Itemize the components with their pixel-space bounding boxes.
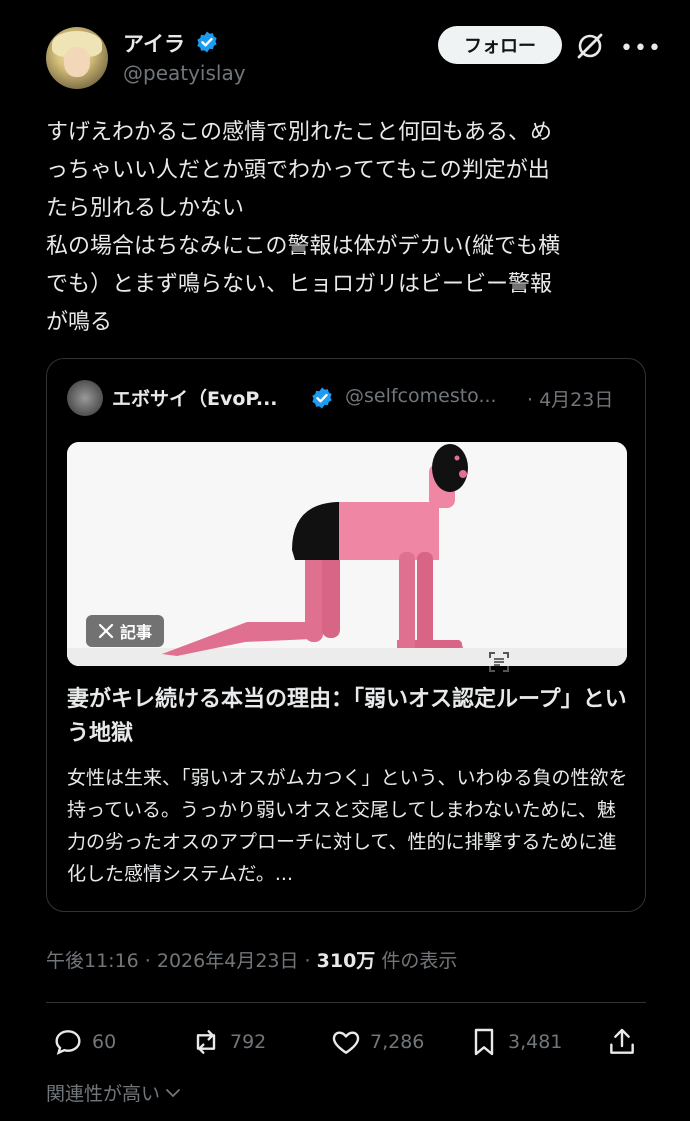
retweet-count: 792 — [230, 1031, 267, 1053]
post-meta: 午後11:16 · 2026年4月23日 · 310万 件の表示 — [46, 946, 457, 973]
retweet-icon — [196, 1030, 216, 1054]
verified-badge-icon — [197, 31, 217, 53]
like-count: 7,286 — [370, 1031, 425, 1053]
article-badge-label: 記事 — [120, 623, 153, 642]
quoted-author-avatar — [67, 380, 103, 416]
tweet-text: すげえわかるこの感情で別れたこと何回もある、め っちゃいい人だとか頭でわかってて… — [46, 120, 561, 335]
sort-replies-label: 関連性が高い — [46, 1083, 161, 1105]
author-avatar[interactable] — [46, 27, 108, 89]
view-count-suffix: 件の表示 — [375, 950, 458, 972]
bookmark-button[interactable]: 3,481 — [468, 1024, 562, 1060]
article-badge: 記事 — [86, 615, 165, 647]
more-options-icon[interactable]: ••• — [620, 36, 662, 61]
reply-button[interactable]: 60 — [52, 1024, 116, 1060]
bookmark-icon — [474, 1028, 494, 1056]
quoted-author-handle: @selfcomesto... — [345, 385, 497, 407]
like-button[interactable]: 7,286 — [330, 1024, 424, 1060]
author-name[interactable]: アイラ — [123, 28, 185, 58]
chevron-down-icon — [166, 1088, 180, 1097]
image-scan-icon[interactable] — [487, 650, 511, 674]
heart-icon — [332, 1031, 360, 1054]
view-count: 310万 — [316, 950, 376, 972]
author-handle[interactable]: @peatyislay — [123, 61, 246, 85]
grok-icon[interactable] — [574, 30, 606, 62]
quoted-author-name: エボサイ（EvoP... — [112, 388, 278, 410]
divider — [46, 1002, 646, 1003]
share-button[interactable] — [606, 1024, 638, 1060]
bookmark-count: 3,481 — [508, 1031, 563, 1053]
quoted-verified-badge-icon — [312, 387, 332, 409]
sort-replies-dropdown[interactable]: 関連性が高い — [46, 1079, 182, 1106]
quoted-post-date: · 4月23日 — [527, 389, 614, 411]
retweet-button[interactable]: 792 — [190, 1024, 266, 1060]
x-logo-icon — [98, 623, 114, 639]
article-excerpt: 女性は生来、「弱いオスがムカつく」という、いわゆる負の性欲を持っている。うっかり… — [67, 767, 628, 885]
post-timestamp[interactable]: 午後11:16 · 2026年4月23日 · — [46, 950, 317, 972]
follow-button[interactable]: フォロー — [438, 26, 562, 64]
article-title[interactable]: 妻がキレ続ける本当の理由：「弱いオス認定ループ」という地獄 — [67, 683, 632, 751]
reply-icon — [55, 1030, 81, 1055]
share-icon — [610, 1028, 634, 1054]
reply-count: 60 — [92, 1031, 117, 1053]
